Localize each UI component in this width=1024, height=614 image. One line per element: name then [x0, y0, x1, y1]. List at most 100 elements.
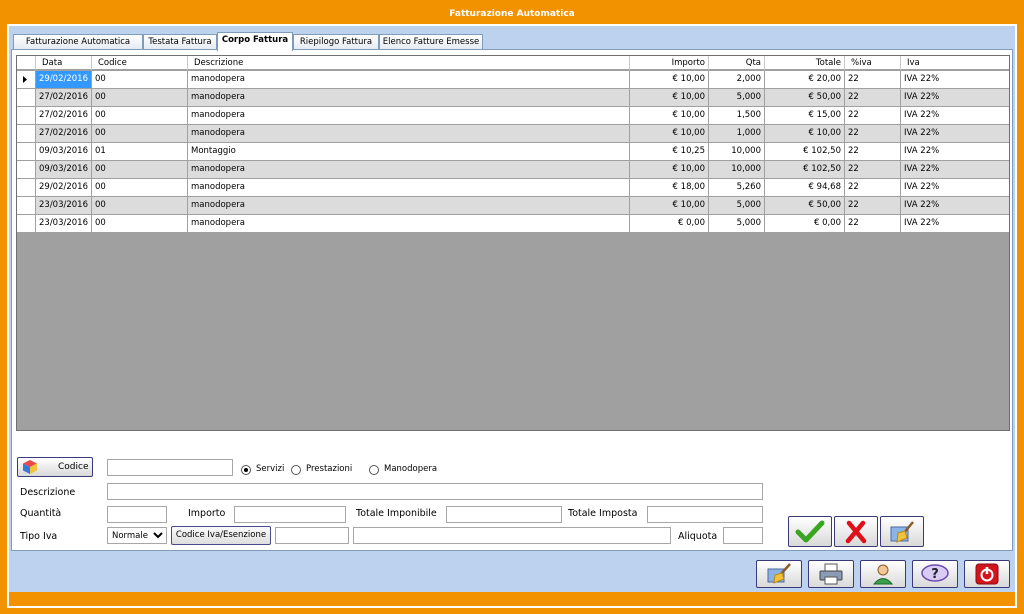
cell-iva[interactable]: IVA 22%: [901, 179, 1009, 196]
cell-percent-iva[interactable]: 22: [845, 197, 901, 214]
cell-importo[interactable]: € 10,00: [630, 89, 709, 106]
cell-data[interactable]: 29/02/2016: [36, 179, 92, 196]
cell-qta[interactable]: 5,000: [709, 89, 765, 106]
importo-input[interactable]: [234, 506, 346, 523]
row-header[interactable]: [17, 161, 36, 178]
column-header-data[interactable]: Data: [36, 56, 92, 70]
row-header[interactable]: [17, 89, 36, 106]
codice-iva-button[interactable]: Codice Iva/Esenzione: [171, 526, 271, 545]
column-header-percent-iva[interactable]: %iva: [845, 56, 901, 70]
cell-percent-iva[interactable]: 22: [845, 179, 901, 196]
row-header[interactable]: [17, 71, 36, 88]
cell-totale[interactable]: € 15,00: [765, 107, 845, 124]
cell-descrizione[interactable]: manodopera: [188, 215, 630, 232]
column-header-qta[interactable]: Qta: [709, 56, 765, 70]
cell-iva[interactable]: IVA 22%: [901, 125, 1009, 142]
row-header[interactable]: [17, 125, 36, 142]
help-button[interactable]: ?: [912, 560, 958, 588]
cell-qta[interactable]: 10,000: [709, 161, 765, 178]
cell-codice[interactable]: 00: [92, 125, 188, 142]
cell-importo[interactable]: € 0,00: [630, 215, 709, 232]
cell-qta[interactable]: 5,260: [709, 179, 765, 196]
tab-fatturazione-automatica[interactable]: Fatturazione Automatica: [13, 34, 143, 50]
cell-descrizione[interactable]: manodopera: [188, 197, 630, 214]
print-button[interactable]: [808, 560, 854, 588]
cell-importo[interactable]: € 10,00: [630, 161, 709, 178]
cell-descrizione[interactable]: manodopera: [188, 179, 630, 196]
cell-totale[interactable]: € 94,68: [765, 179, 845, 196]
row-header[interactable]: [17, 107, 36, 124]
table-row[interactable]: 29/02/2016 00 manodopera € 10,00 2,000 € 20,0…: [17, 71, 1009, 89]
invoice-lines-grid[interactable]: Data Codice Descrizione Importo Qta Tota…: [16, 55, 1010, 431]
table-row[interactable]: 27/02/2016 00 manodopera € 10,00 1,000 € 10,0…: [17, 125, 1009, 143]
cell-descrizione[interactable]: manodopera: [188, 107, 630, 124]
totale-imponibile-input[interactable]: [446, 506, 562, 523]
cell-importo[interactable]: € 18,00: [630, 179, 709, 196]
cell-totale[interactable]: € 20,00: [765, 71, 845, 88]
cell-codice[interactable]: 01: [92, 143, 188, 160]
cell-codice[interactable]: 00: [92, 215, 188, 232]
cell-importo[interactable]: € 10,00: [630, 71, 709, 88]
clean-button[interactable]: [756, 560, 802, 588]
cell-percent-iva[interactable]: 22: [845, 89, 901, 106]
cell-totale[interactable]: € 50,00: [765, 89, 845, 106]
cell-percent-iva[interactable]: 22: [845, 215, 901, 232]
table-row[interactable]: 09/03/2016 01 Montaggio € 10,25 10,000 € 102,…: [17, 143, 1009, 161]
cell-qta[interactable]: 1,500: [709, 107, 765, 124]
cell-iva[interactable]: IVA 22%: [901, 143, 1009, 160]
cell-iva[interactable]: IVA 22%: [901, 197, 1009, 214]
cell-codice[interactable]: 00: [92, 107, 188, 124]
cell-importo[interactable]: € 10,25: [630, 143, 709, 160]
cell-descrizione[interactable]: manodopera: [188, 161, 630, 178]
table-row[interactable]: 23/03/2016 00 manodopera € 0,00 5,000 € 0,00 2…: [17, 215, 1009, 233]
cancel-button[interactable]: [834, 516, 878, 547]
quantita-input[interactable]: [107, 506, 167, 523]
cell-totale[interactable]: € 102,50: [765, 143, 845, 160]
cell-codice[interactable]: 00: [92, 179, 188, 196]
cell-qta[interactable]: 10,000: [709, 143, 765, 160]
tab-corpo-fattura[interactable]: Corpo Fattura: [217, 32, 293, 51]
column-header-codice[interactable]: Codice: [92, 56, 188, 70]
cell-iva[interactable]: IVA 22%: [901, 89, 1009, 106]
user-button[interactable]: [860, 560, 906, 588]
cell-qta[interactable]: 1,000: [709, 125, 765, 142]
cell-qta[interactable]: 5,000: [709, 215, 765, 232]
cell-descrizione[interactable]: manodopera: [188, 125, 630, 142]
cell-percent-iva[interactable]: 22: [845, 161, 901, 178]
table-row[interactable]: 23/03/2016 00 manodopera € 10,00 5,000 € 50,0…: [17, 197, 1009, 215]
tipo-iva-select[interactable]: Normale: [107, 527, 167, 544]
row-header[interactable]: [17, 197, 36, 214]
confirm-button[interactable]: [788, 516, 832, 547]
cell-data[interactable]: 23/03/2016: [36, 197, 92, 214]
table-row[interactable]: 29/02/2016 00 manodopera € 18,00 5,260 € 94,6…: [17, 179, 1009, 197]
cell-iva[interactable]: IVA 22%: [901, 161, 1009, 178]
cell-totale[interactable]: € 102,50: [765, 161, 845, 178]
cell-descrizione[interactable]: manodopera: [188, 89, 630, 106]
cell-percent-iva[interactable]: 22: [845, 143, 901, 160]
tab-elenco-fatture-emesse[interactable]: Elenco Fatture Emesse: [379, 34, 483, 50]
cell-data[interactable]: 09/03/2016: [36, 161, 92, 178]
codice-button[interactable]: Codice: [17, 457, 93, 477]
codice-iva-description[interactable]: [353, 527, 671, 544]
row-header[interactable]: [17, 179, 36, 196]
tab-testata-fattura[interactable]: Testata Fattura: [143, 34, 217, 50]
codice-input[interactable]: [107, 459, 233, 476]
cell-iva[interactable]: IVA 22%: [901, 71, 1009, 88]
cell-iva[interactable]: IVA 22%: [901, 107, 1009, 124]
table-row[interactable]: 27/02/2016 00 manodopera € 10,00 5,000 € 50,0…: [17, 89, 1009, 107]
column-header-iva[interactable]: Iva: [901, 56, 1009, 70]
cell-codice[interactable]: 00: [92, 161, 188, 178]
cell-codice[interactable]: 00: [92, 71, 188, 88]
descrizione-input[interactable]: [107, 483, 763, 500]
row-header[interactable]: [17, 215, 36, 232]
cell-data[interactable]: 27/02/2016: [36, 125, 92, 142]
cell-data[interactable]: 09/03/2016: [36, 143, 92, 160]
cell-totale[interactable]: € 10,00: [765, 125, 845, 142]
exit-button[interactable]: [964, 560, 1010, 588]
column-header-importo[interactable]: Importo: [630, 56, 709, 70]
column-header-totale[interactable]: Totale: [765, 56, 845, 70]
aliquota-input[interactable]: [723, 527, 763, 544]
codice-iva-input[interactable]: [275, 527, 349, 544]
cell-data[interactable]: 27/02/2016: [36, 89, 92, 106]
cell-totale[interactable]: € 50,00: [765, 197, 845, 214]
